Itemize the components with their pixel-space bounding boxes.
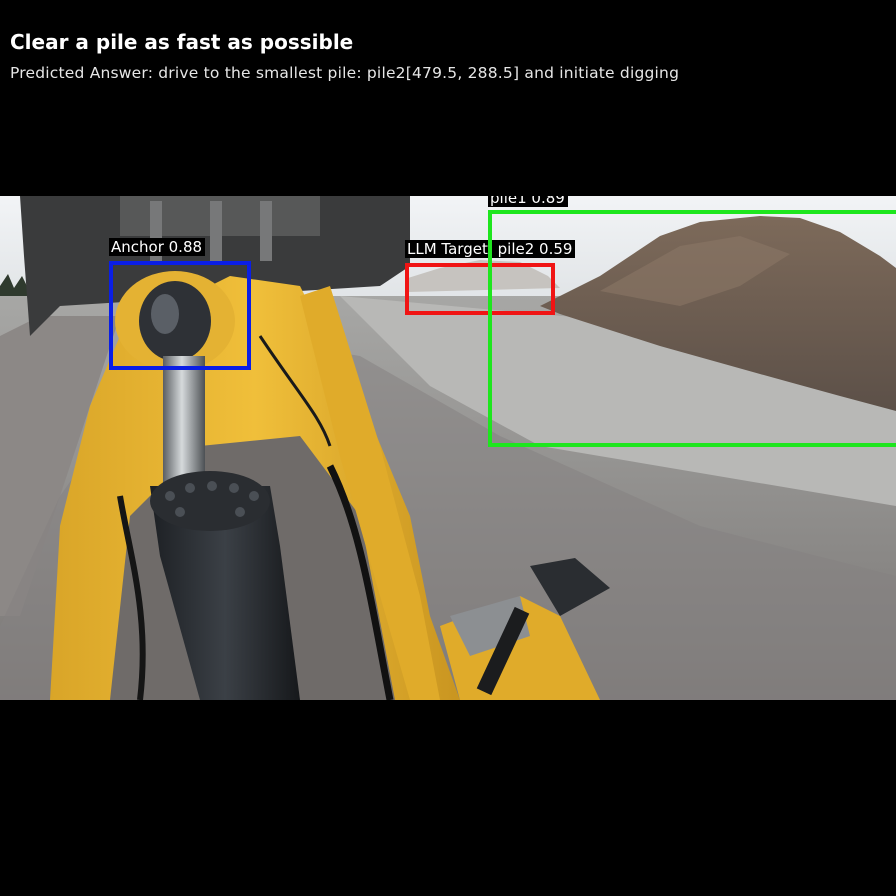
predicted-answer: Predicted Answer: drive to the smallest … <box>10 64 680 82</box>
camera-frame: Anchor 0.88 LLM Target: pile2 0.59 pile1… <box>0 196 896 700</box>
pile1-label: pile1 0.89 <box>488 196 568 207</box>
task-title: Clear a pile as fast as possible <box>10 30 354 54</box>
anchor-bounding-box <box>109 261 251 370</box>
pile1-bounding-box <box>488 210 896 447</box>
anchor-label: Anchor 0.88 <box>109 238 206 256</box>
